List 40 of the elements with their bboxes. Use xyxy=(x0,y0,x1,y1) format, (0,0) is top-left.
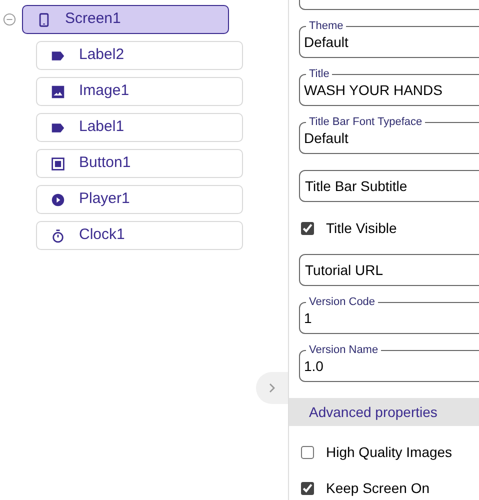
tree-item[interactable]: Label1 xyxy=(36,113,243,142)
text-field[interactable]: Version Code 1 xyxy=(299,296,479,334)
play-icon xyxy=(51,192,65,206)
field-value: Default xyxy=(304,33,350,52)
chevron-right-icon xyxy=(267,382,277,394)
tree-item[interactable]: Screen1 xyxy=(22,5,229,34)
field-label: Title xyxy=(308,68,330,80)
tag-icon xyxy=(51,120,65,134)
field-label: Version Name xyxy=(308,344,380,356)
phone-icon xyxy=(37,12,51,26)
section-header[interactable]: Advanced properties xyxy=(289,398,479,426)
tree-item[interactable]: Button1 xyxy=(36,149,243,178)
checkbox[interactable] xyxy=(301,222,314,234)
text-field[interactable]: Tutorial URL xyxy=(299,254,479,286)
tree-item[interactable]: Label2 xyxy=(36,41,243,70)
image-icon xyxy=(51,84,65,98)
text-field[interactable]: Title WASH YOUR HANDS xyxy=(299,68,479,106)
text-field[interactable]: Title Bar Font Typeface Default xyxy=(299,116,479,154)
checkbox[interactable] xyxy=(301,482,314,494)
tag-icon xyxy=(51,48,65,62)
button-icon xyxy=(51,156,65,170)
checkbox-label: Title Visible xyxy=(326,218,397,238)
tree-item[interactable]: Clock1 xyxy=(36,221,243,250)
text-field[interactable]: Title Bar Subtitle xyxy=(299,170,479,202)
tree-item[interactable]: Player1 xyxy=(36,185,243,214)
text-field[interactable]: Theme Default xyxy=(299,20,479,58)
field-label: Version Code xyxy=(308,296,376,308)
field-value: Default xyxy=(304,129,350,148)
checkbox-label: High Quality Images xyxy=(326,442,452,462)
tree-item[interactable]: Image1 xyxy=(36,77,243,106)
checkbox-label: Keep Screen On xyxy=(326,478,430,498)
text-field[interactable]: Version Name 1.0 xyxy=(299,344,479,382)
field-label: Theme xyxy=(308,20,344,32)
field-value: WASH YOUR HANDS xyxy=(304,81,444,100)
checkbox[interactable] xyxy=(301,446,314,458)
field-label: Title Bar Font Typeface xyxy=(308,116,424,128)
field-value: 1.0 xyxy=(304,357,324,376)
stopwatch-icon xyxy=(51,228,65,242)
collapse-icon[interactable] xyxy=(3,13,16,26)
field-value: 1 xyxy=(304,309,313,328)
